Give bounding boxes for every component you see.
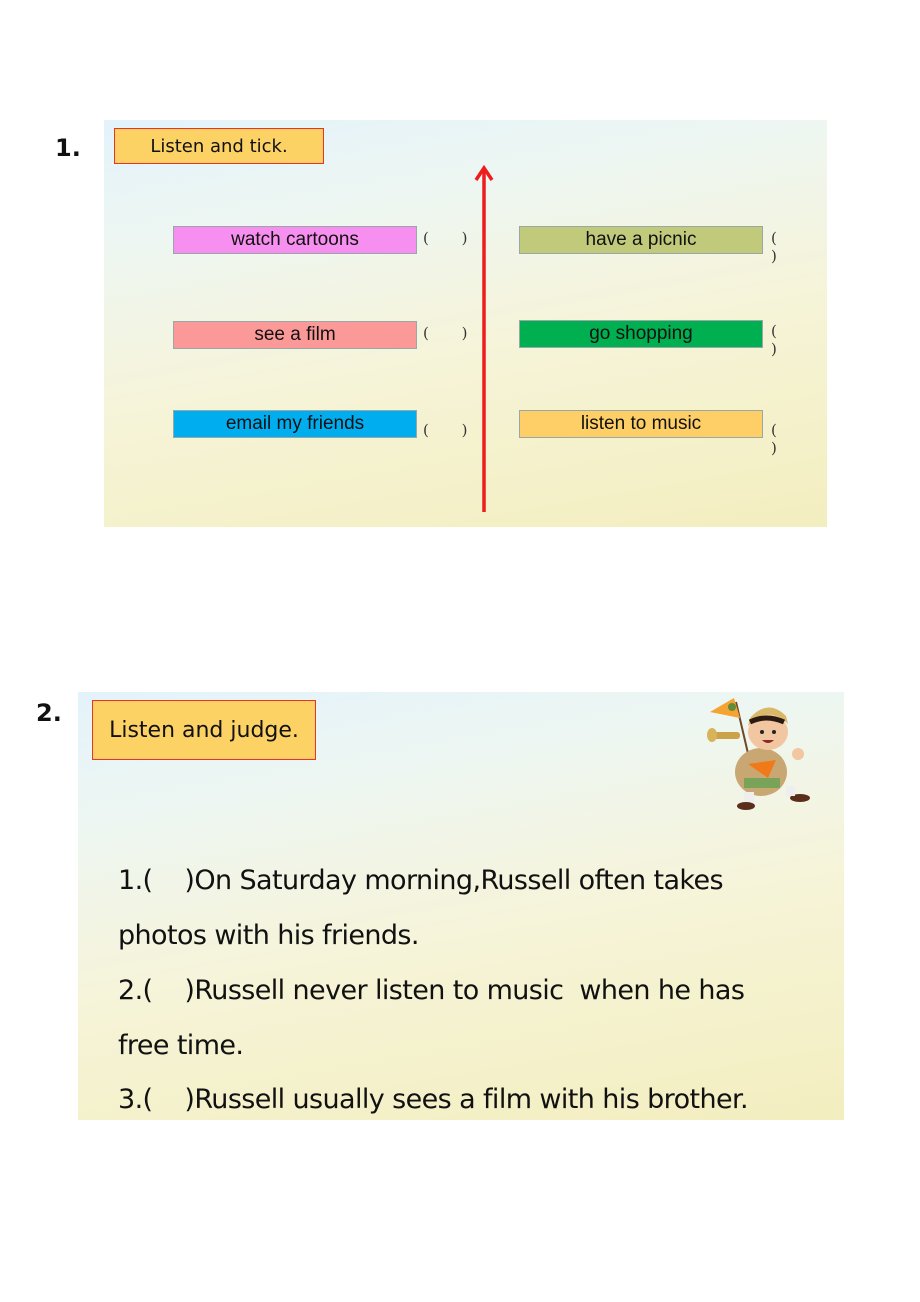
listen-and-tick-panel: Listen and tick. watch cartoons ( ) see …: [104, 120, 827, 527]
section-title: Listen and judge.: [92, 700, 316, 760]
phrase-listen-to-music: listen to music: [519, 410, 763, 438]
russell-character-icon: [707, 698, 810, 810]
section-title: Listen and tick.: [114, 128, 324, 164]
statement-2-line-1: 2.( )Russell never listen to music when …: [118, 975, 745, 1006]
statement-3: 3.( )Russell usually sees a film with hi…: [118, 1084, 749, 1115]
red-arrow-divider: [474, 164, 494, 512]
answer-bracket[interactable]: ( ): [771, 322, 827, 358]
answer-bracket[interactable]: ( ): [771, 421, 827, 457]
statement-1-line-1: 1.( )On Saturday morning,Russell often t…: [118, 865, 724, 896]
question-number-1: 1.: [55, 134, 81, 162]
phrase-see-a-film: see a film: [173, 321, 417, 349]
listen-and-judge-panel: Listen and judge. 1.( )On Saturday morni…: [78, 692, 844, 1120]
answer-bracket[interactable]: ( ): [771, 229, 827, 265]
phrase-go-shopping: go shopping: [519, 320, 763, 348]
statement-2-line-2: free time.: [118, 1030, 244, 1061]
phrase-watch-cartoons: watch cartoons: [173, 226, 417, 254]
phrase-have-a-picnic: have a picnic: [519, 226, 763, 254]
statement-1-line-2: photos with his friends.: [118, 920, 419, 951]
phrase-email-my-friends: email my friends: [173, 410, 417, 438]
question-number-2: 2.: [36, 699, 62, 727]
